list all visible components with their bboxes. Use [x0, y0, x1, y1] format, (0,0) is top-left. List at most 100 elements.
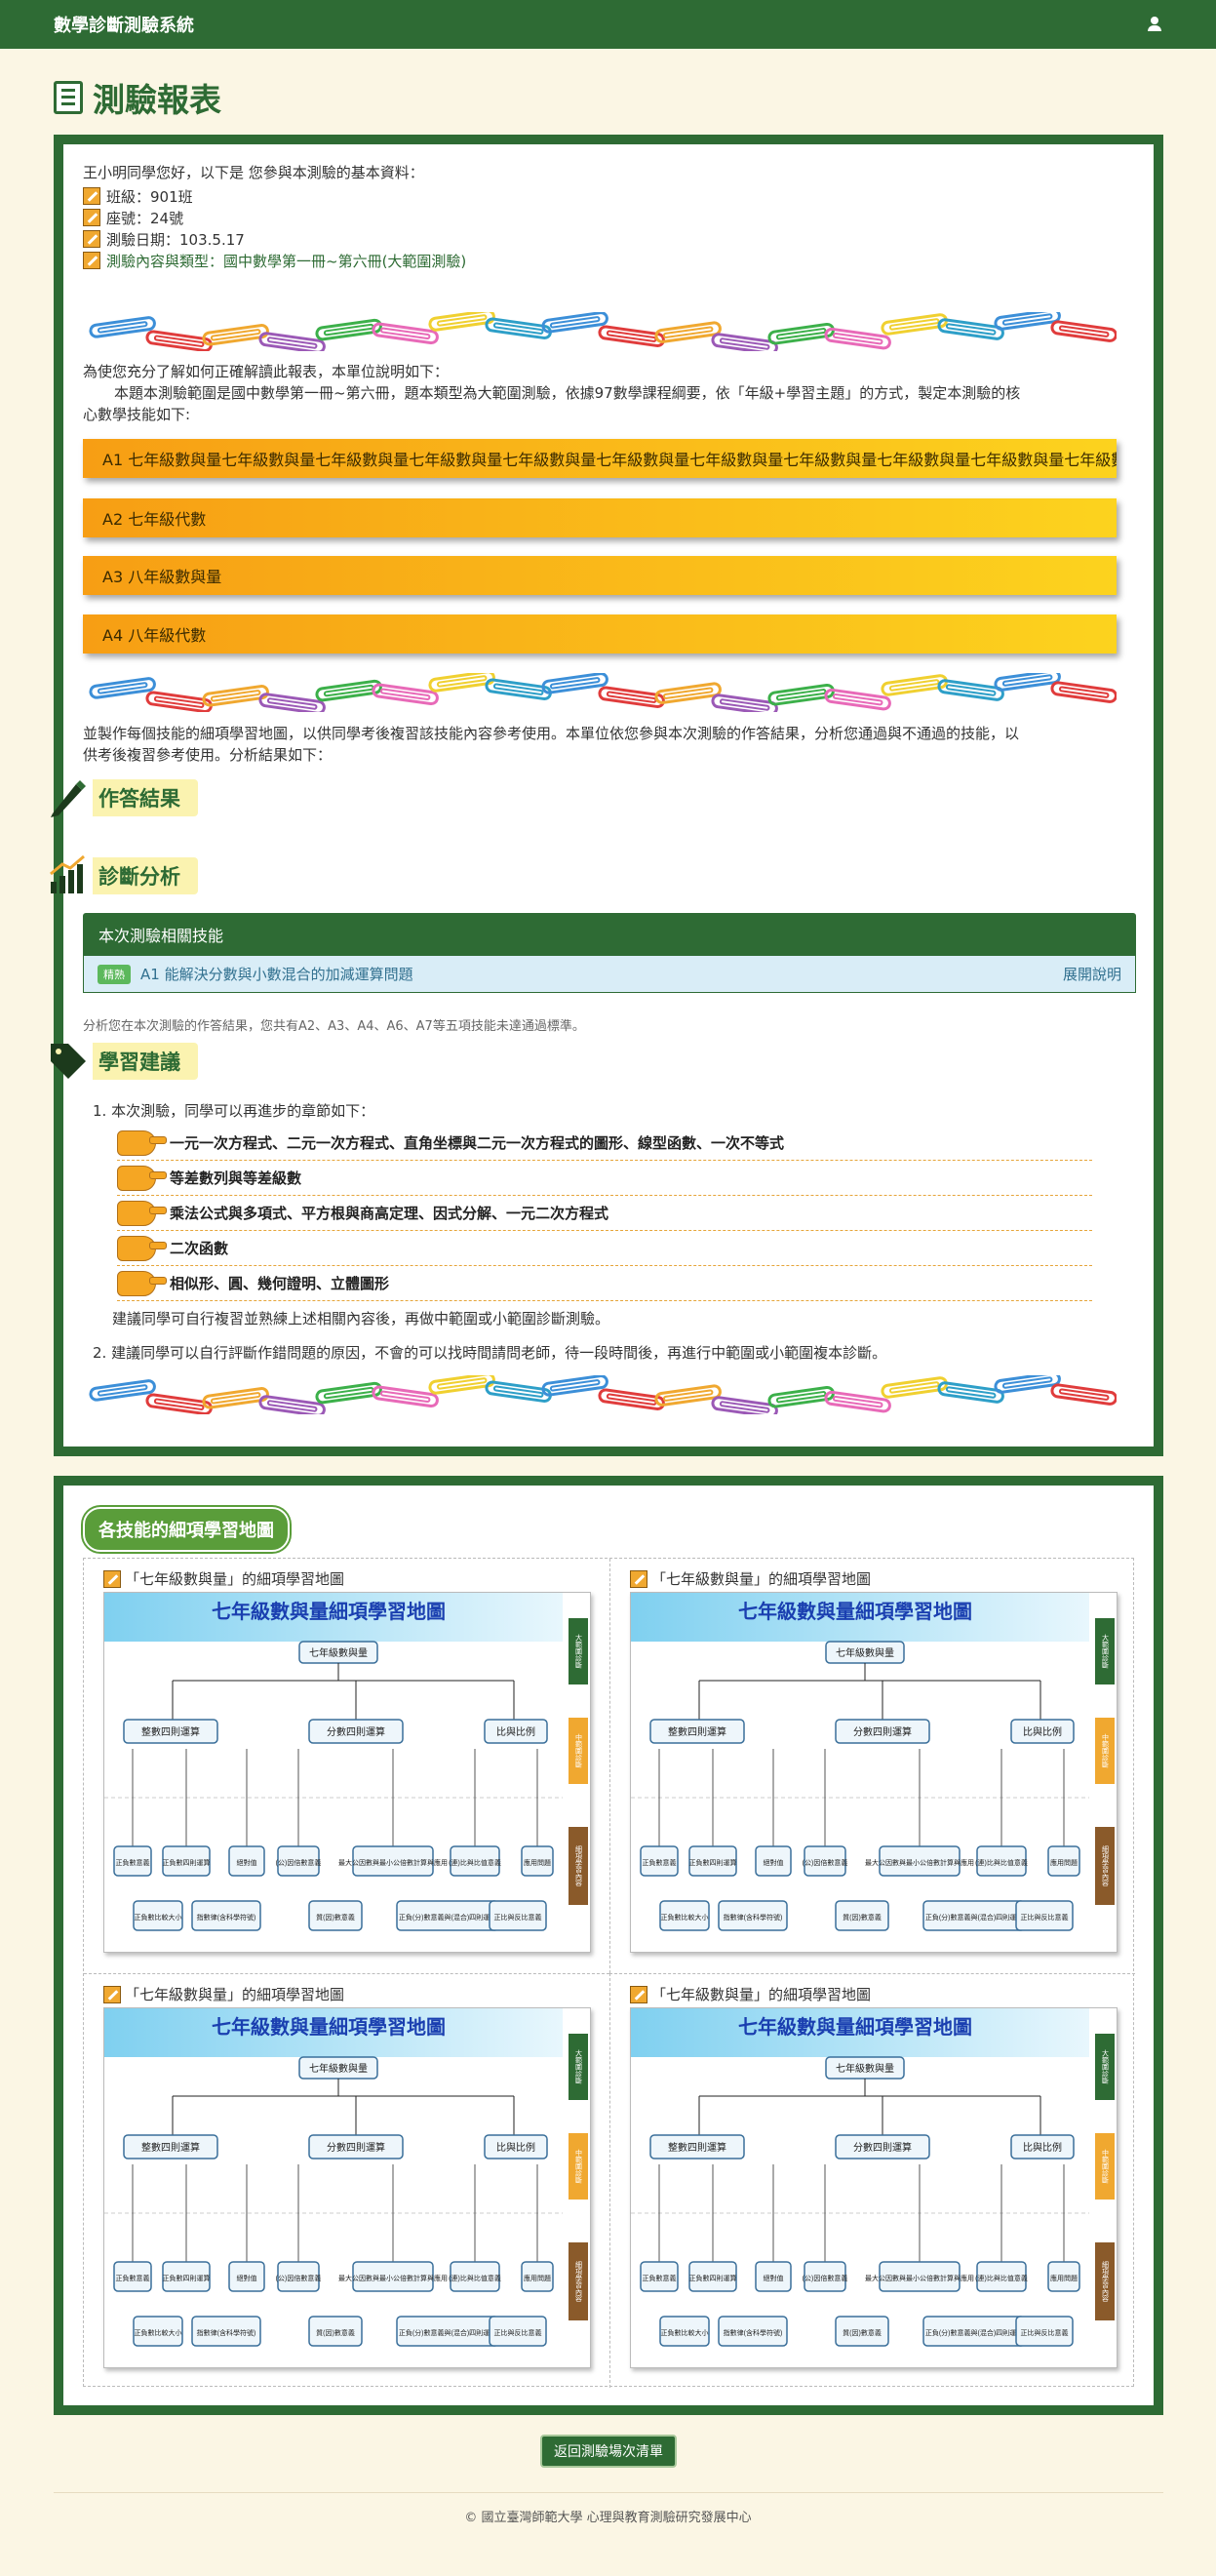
skill-bar: A2 七年級代數	[83, 498, 1117, 537]
svg-text:七年級數與量: 七年級數與量	[309, 2062, 368, 2075]
intro-text: 為使您充分了解如何正確解讀此報表，本單位說明如下：	[83, 363, 450, 380]
chapter-list: 一元一次方程式、二元一次方程式、直角坐標與二元一次方程式的圖形、線型函數、一次不…	[117, 1126, 1092, 1301]
svg-text:最大公因數與最小公倍數計算與應用: 最大公因數與最小公倍數計算與應用	[338, 1858, 448, 1867]
map-cell: 「七年級數與量」的細項學習地圖 七年級數與量細項學習地圖 大範圍診斷 中範圍診斷 細項學…	[609, 1973, 1135, 2388]
advice-item-1: 1. 本次測驗，同學可以再進步的章節如下：	[93, 1100, 374, 1122]
section-answers-label: 作答結果	[93, 779, 198, 816]
svg-text:分數四則運算: 分數四則運算	[853, 2141, 912, 2154]
svg-text:正負(分)數意義與(混合)四則運算: 正負(分)數意義與(混合)四則運算	[399, 2328, 496, 2337]
maps-panel: 各技能的細項學習地圖 「七年級數與量」的細項學習地圖 七年級數與量細項學習地圖 大範…	[54, 1476, 1163, 2415]
section-advice-label: 學習建議	[93, 1043, 198, 1080]
skills-panel: 本次測驗相關技能 精熟 A1 能解決分數與小數混合的加減運算問題 展開說明	[83, 913, 1136, 993]
svg-text:指數律(含科學符號): 指數律(含科學符號)	[197, 2328, 256, 2337]
brand[interactable]: 數學診斷測驗系統	[54, 12, 194, 37]
maps-title: 各技能的細項學習地圖	[83, 1507, 290, 1552]
svg-text:比與比例: 比與比例	[496, 2141, 535, 2154]
learning-map-image[interactable]: 七年級數與量細項學習地圖 大範圍診斷 中範圍診斷 細項學習內容 七年級數與量 整數四則運算…	[630, 1592, 1118, 1953]
svg-text:正負數四則運算: 正負數四則運算	[163, 1858, 211, 1867]
list-number: 2.	[93, 1344, 112, 1362]
chapter-text: 等差數列與等差級數	[170, 1169, 302, 1187]
svg-text:整數四則運算: 整數四則運算	[141, 2141, 200, 2154]
svg-text:七年級數與量細項學習地圖: 七年級數與量細項學習地圖	[738, 2015, 972, 2039]
svg-text:中範圍診斷: 中範圍診斷	[1102, 2149, 1110, 2185]
map-caption-text: 「七年級數與量」的細項學習地圖	[125, 1570, 345, 1588]
greeting: 王小明同學您好，以下是 您參與本測驗的基本資料：	[83, 164, 424, 181]
chapter-item: 相似形、圓、幾何證明、立體圖形	[117, 1266, 1092, 1301]
svg-text:(連)比與比值意義: (連)比與比值意義	[975, 1858, 1028, 1867]
svg-text:正負數四則運算: 正負數四則運算	[689, 2274, 737, 2282]
svg-text:指數律(含科學符號): 指數律(含科學符號)	[197, 1913, 256, 1922]
info-label: 班級：901班	[106, 187, 193, 206]
svg-text:(公)因倍數意義: (公)因倍數意義	[276, 2274, 322, 2282]
learning-map-image[interactable]: 七年級數與量細項學習地圖 大範圍診斷 中範圍診斷 細項學習內容 七年級數與量 整數四則運算…	[630, 2007, 1118, 2368]
advice-suggest: 建議同學可自行複習並熟練上述相關內容後，再做中範圍或小範圍診斷測驗。	[112, 1310, 610, 1328]
svg-text:應用問題: 應用問題	[524, 2274, 551, 2282]
svg-text:正負數比較大小: 正負數比較大小	[661, 1913, 709, 1922]
svg-text:質(因)數意義: 質(因)數意義	[843, 2328, 882, 2337]
chapter-item: 一元一次方程式、二元一次方程式、直角坐標與二元一次方程式的圖形、線型函數、一次不…	[117, 1126, 1092, 1161]
map-caption-text: 「七年級數與量」的細項學習地圖	[651, 1986, 872, 2003]
info-list: 班級：901班 座號：24號 測驗日期：103.5.17 測驗內容與類型：國中數…	[83, 185, 466, 271]
svg-text:大範圍診斷: 大範圍診斷	[1102, 2049, 1110, 2085]
learning-map-image[interactable]: 七年級數與量細項學習地圖 大範圍診斷 中範圍診斷 細項學習內容 七年級數與量 整數四則運算…	[103, 1592, 591, 1953]
maps-grid: 「七年級數與量」的細項學習地圖 七年級數與量細項學習地圖 大範圍診斷 中範圍診斷 細項學…	[83, 1558, 1135, 2388]
learning-map-image[interactable]: 七年級數與量細項學習地圖 大範圍診斷 中範圍診斷 細項學習內容 七年級數與量 整數四則運算…	[103, 2007, 591, 2368]
info-label: 測驗日期：103.5.17	[106, 230, 245, 249]
info-item: 測驗日期：103.5.17	[83, 228, 466, 250]
pointing-hand-icon	[117, 1270, 167, 1296]
svg-text:七年級數與量: 七年級數與量	[836, 2062, 894, 2075]
svg-text:中範圍診斷: 中範圍診斷	[1102, 1733, 1110, 1769]
expand-link[interactable]: 展開說明	[1063, 964, 1121, 984]
map-note-line: 供考後複習參考使用。分析結果如下：	[83, 746, 333, 764]
navbar: 數學診斷測驗系統	[0, 0, 1216, 49]
footer-divider	[54, 2492, 1163, 2493]
svg-text:整數四則運算: 整數四則運算	[668, 1725, 726, 1738]
user-icon[interactable]	[1147, 17, 1162, 32]
svg-text:中範圍診斷: 中範圍診斷	[575, 2149, 583, 2185]
svg-text:七年級數與量細項學習地圖: 七年級數與量細項學習地圖	[212, 2015, 446, 2039]
advice-item-2: 2. 建議同學可以自行評斷作錯問題的原因，不會的可以找時間請問老師，待一段時間後…	[93, 1342, 886, 1364]
svg-text:絕對值: 絕對值	[237, 2274, 257, 2282]
svg-text:正負數比較大小: 正負數比較大小	[135, 2328, 182, 2337]
svg-text:應用問題: 應用問題	[1050, 2274, 1078, 2282]
advice-text: 本次測驗，同學可以再進步的章節如下：	[111, 1102, 375, 1120]
chapter-text: 二次函數	[170, 1240, 229, 1257]
svg-text:細項學習內容: 細項學習內容	[575, 1844, 583, 1887]
footer: © 國立臺灣師範大學 心理與教育測驗研究發展中心	[464, 2511, 752, 2525]
pencil-icon	[83, 187, 100, 205]
info-item: 測驗內容與類型：國中數學第一冊~第六冊(大範圍測驗)	[83, 250, 466, 271]
paperclip-divider	[89, 1375, 1117, 1414]
back-button[interactable]: 返回測驗場次清單	[540, 2435, 677, 2468]
pointing-hand-icon	[117, 1235, 167, 1261]
svg-text:最大公因數與最小公倍數計算與應用: 最大公因數與最小公倍數計算與應用	[338, 2274, 448, 2282]
paperclip-divider	[89, 673, 1117, 712]
chapter-item: 二次函數	[117, 1231, 1092, 1266]
pencil-icon	[83, 209, 100, 226]
skills-note: 分析您在本次測驗的作答結果，您共有A2、A3、A4、A6、A7等五項技能未達通過…	[83, 1019, 585, 1034]
svg-text:比與比例: 比與比例	[1023, 2141, 1062, 2154]
svg-text:大範圍診斷: 大範圍診斷	[1102, 1634, 1110, 1670]
map-caption: 「七年級數與量」的細項學習地圖	[103, 1568, 344, 1589]
tag-icon	[44, 1037, 93, 1086]
chapter-text: 乘法公式與多項式、平方根與商高定理、因式分解、一元二次方程式	[170, 1205, 609, 1222]
skill-text: A1 能解決分數與小數混合的加減運算問題	[140, 966, 413, 983]
svg-text:正比與反比意義: 正比與反比意義	[494, 1913, 542, 1922]
svg-text:應用問題: 應用問題	[1050, 1858, 1078, 1867]
svg-text:整數四則運算: 整數四則運算	[141, 1725, 200, 1738]
map-caption: 「七年級數與量」的細項學習地圖	[630, 1568, 871, 1589]
svg-text:分數四則運算: 分數四則運算	[327, 1725, 385, 1738]
skill-bar: A3 八年級數與量	[83, 556, 1117, 595]
section-advice: 學習建議	[44, 1042, 198, 1081]
svg-text:(公)因倍數意義: (公)因倍數意義	[803, 1858, 848, 1867]
map-caption-text: 「七年級數與量」的細項學習地圖	[125, 1986, 345, 2003]
page-title: 測驗報表	[54, 78, 1216, 119]
svg-text:正比與反比意義: 正比與反比意義	[1021, 1913, 1069, 1922]
pencil-icon	[83, 230, 100, 248]
pointing-hand-icon	[117, 1165, 167, 1191]
skill-row[interactable]: 精熟 A1 能解決分數與小數混合的加減運算問題 展開說明	[83, 956, 1136, 993]
pencil-icon	[103, 1569, 121, 1588]
svg-text:中範圍診斷: 中範圍診斷	[575, 1733, 583, 1769]
svg-text:最大公因數與最小公倍數計算與應用: 最大公因數與最小公倍數計算與應用	[865, 1858, 974, 1867]
map-caption: 「七年級數與量」的細項學習地圖	[630, 1984, 871, 2004]
svg-text:(公)因倍數意義: (公)因倍數意義	[803, 2274, 848, 2282]
